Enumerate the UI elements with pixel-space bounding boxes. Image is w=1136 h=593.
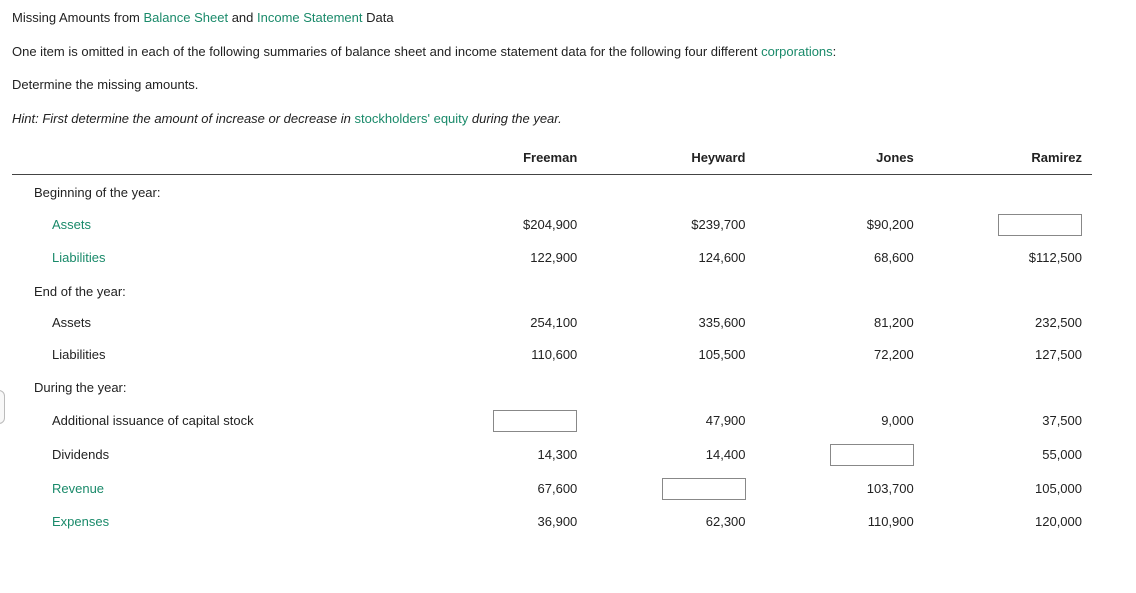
header-blank [12,142,419,174]
row-issuance: Additional issuance of capital stock 47,… [12,404,1092,438]
input-issuance-freeman[interactable] [493,410,577,432]
col-ramirez: Ramirez [924,142,1092,174]
cell-end-assets-c4: 232,500 [924,307,1092,339]
determine-line: Determine the missing amounts. [12,75,1124,95]
row-begin-liabilities: Liabilities 122,900 124,600 68,600 $112,… [12,242,1092,274]
hint-pre: : First determine the amount of increase… [35,111,354,126]
cell-begin-liab-c1: 122,900 [419,242,587,274]
cell-begin-liab-c3: 68,600 [756,242,924,274]
label-end-liab: Liabilities [12,339,419,371]
cell-rev-c2 [587,472,755,506]
cell-begin-assets-c1: $204,900 [419,208,587,242]
term-income-statement[interactable]: Income Statement [257,10,363,25]
problem-title: Missing Amounts from Balance Sheet and I… [12,8,1124,28]
row-expenses: Expenses 36,900 62,300 110,900 120,000 [12,506,1092,538]
cell-begin-liab-c4: $112,500 [924,242,1092,274]
label-issuance: Additional issuance of capital stock [12,404,419,438]
section-beginning: Beginning of the year: [12,174,1092,208]
cell-end-liab-c4: 127,500 [924,339,1092,371]
cell-div-c2: 14,400 [587,438,755,472]
left-tab-sliver [0,390,5,424]
cell-exp-c1: 36,900 [419,506,587,538]
cell-exp-c2: 62,300 [587,506,755,538]
term-assets[interactable]: Assets [52,217,91,232]
input-dividends-jones[interactable] [830,444,914,466]
section-during: During the year: [12,370,1092,404]
title-post: Data [363,10,394,25]
cell-exp-c4: 120,000 [924,506,1092,538]
intro-text: One item is omitted in each of the follo… [12,42,1124,62]
input-begin-assets-ramirez[interactable] [998,214,1082,236]
cell-end-liab-c2: 105,500 [587,339,755,371]
hint-line: Hint: First determine the amount of incr… [12,109,1124,129]
cell-issuance-c1 [419,404,587,438]
cell-end-assets-c1: 254,100 [419,307,587,339]
term-liabilities[interactable]: Liabilities [52,250,105,265]
label-during: During the year: [12,370,419,404]
col-heyward: Heyward [587,142,755,174]
row-revenue: Revenue 67,600 103,700 105,000 [12,472,1092,506]
intro-pre: One item is omitted in each of the follo… [12,44,761,59]
cell-issuance-c4: 37,500 [924,404,1092,438]
header-row: Freeman Heyward Jones Ramirez [12,142,1092,174]
col-freeman: Freeman [419,142,587,174]
label-end-assets: Assets [12,307,419,339]
row-begin-assets: Assets $204,900 $239,700 $90,200 [12,208,1092,242]
row-dividends: Dividends 14,300 14,400 55,000 [12,438,1092,472]
hint-post: during the year. [468,111,561,126]
cell-exp-c3: 110,900 [756,506,924,538]
cell-end-assets-c3: 81,200 [756,307,924,339]
cell-issuance-c3: 9,000 [756,404,924,438]
row-end-liabilities: Liabilities 110,600 105,500 72,200 127,5… [12,339,1092,371]
cell-end-assets-c2: 335,600 [587,307,755,339]
cell-begin-assets-c2: $239,700 [587,208,755,242]
section-end: End of the year: [12,274,1092,308]
term-balance-sheet[interactable]: Balance Sheet [144,10,229,25]
cell-begin-assets-c3: $90,200 [756,208,924,242]
cell-div-c3 [756,438,924,472]
cell-issuance-c2: 47,900 [587,404,755,438]
data-table: Freeman Heyward Jones Ramirez Beginning … [12,142,1092,537]
cell-rev-c1: 67,600 [419,472,587,506]
intro-post: : [833,44,837,59]
label-dividends: Dividends [12,438,419,472]
hint-label: Hint [12,111,35,126]
cell-div-c4: 55,000 [924,438,1092,472]
term-revenue[interactable]: Revenue [52,481,104,496]
label-beginning: Beginning of the year: [12,174,419,208]
cell-rev-c4: 105,000 [924,472,1092,506]
cell-end-liab-c3: 72,200 [756,339,924,371]
label-end: End of the year: [12,274,419,308]
cell-begin-assets-c4 [924,208,1092,242]
term-corporations[interactable]: corporations [761,44,833,59]
col-jones: Jones [756,142,924,174]
row-end-assets: Assets 254,100 335,600 81,200 232,500 [12,307,1092,339]
cell-begin-liab-c2: 124,600 [587,242,755,274]
title-pre: Missing Amounts from [12,10,144,25]
term-stockholders-equity[interactable]: stockholders' equity [355,111,469,126]
cell-div-c1: 14,300 [419,438,587,472]
term-expenses[interactable]: Expenses [52,514,109,529]
title-mid: and [228,10,257,25]
input-revenue-heyward[interactable] [662,478,746,500]
cell-end-liab-c1: 110,600 [419,339,587,371]
cell-rev-c3: 103,700 [756,472,924,506]
